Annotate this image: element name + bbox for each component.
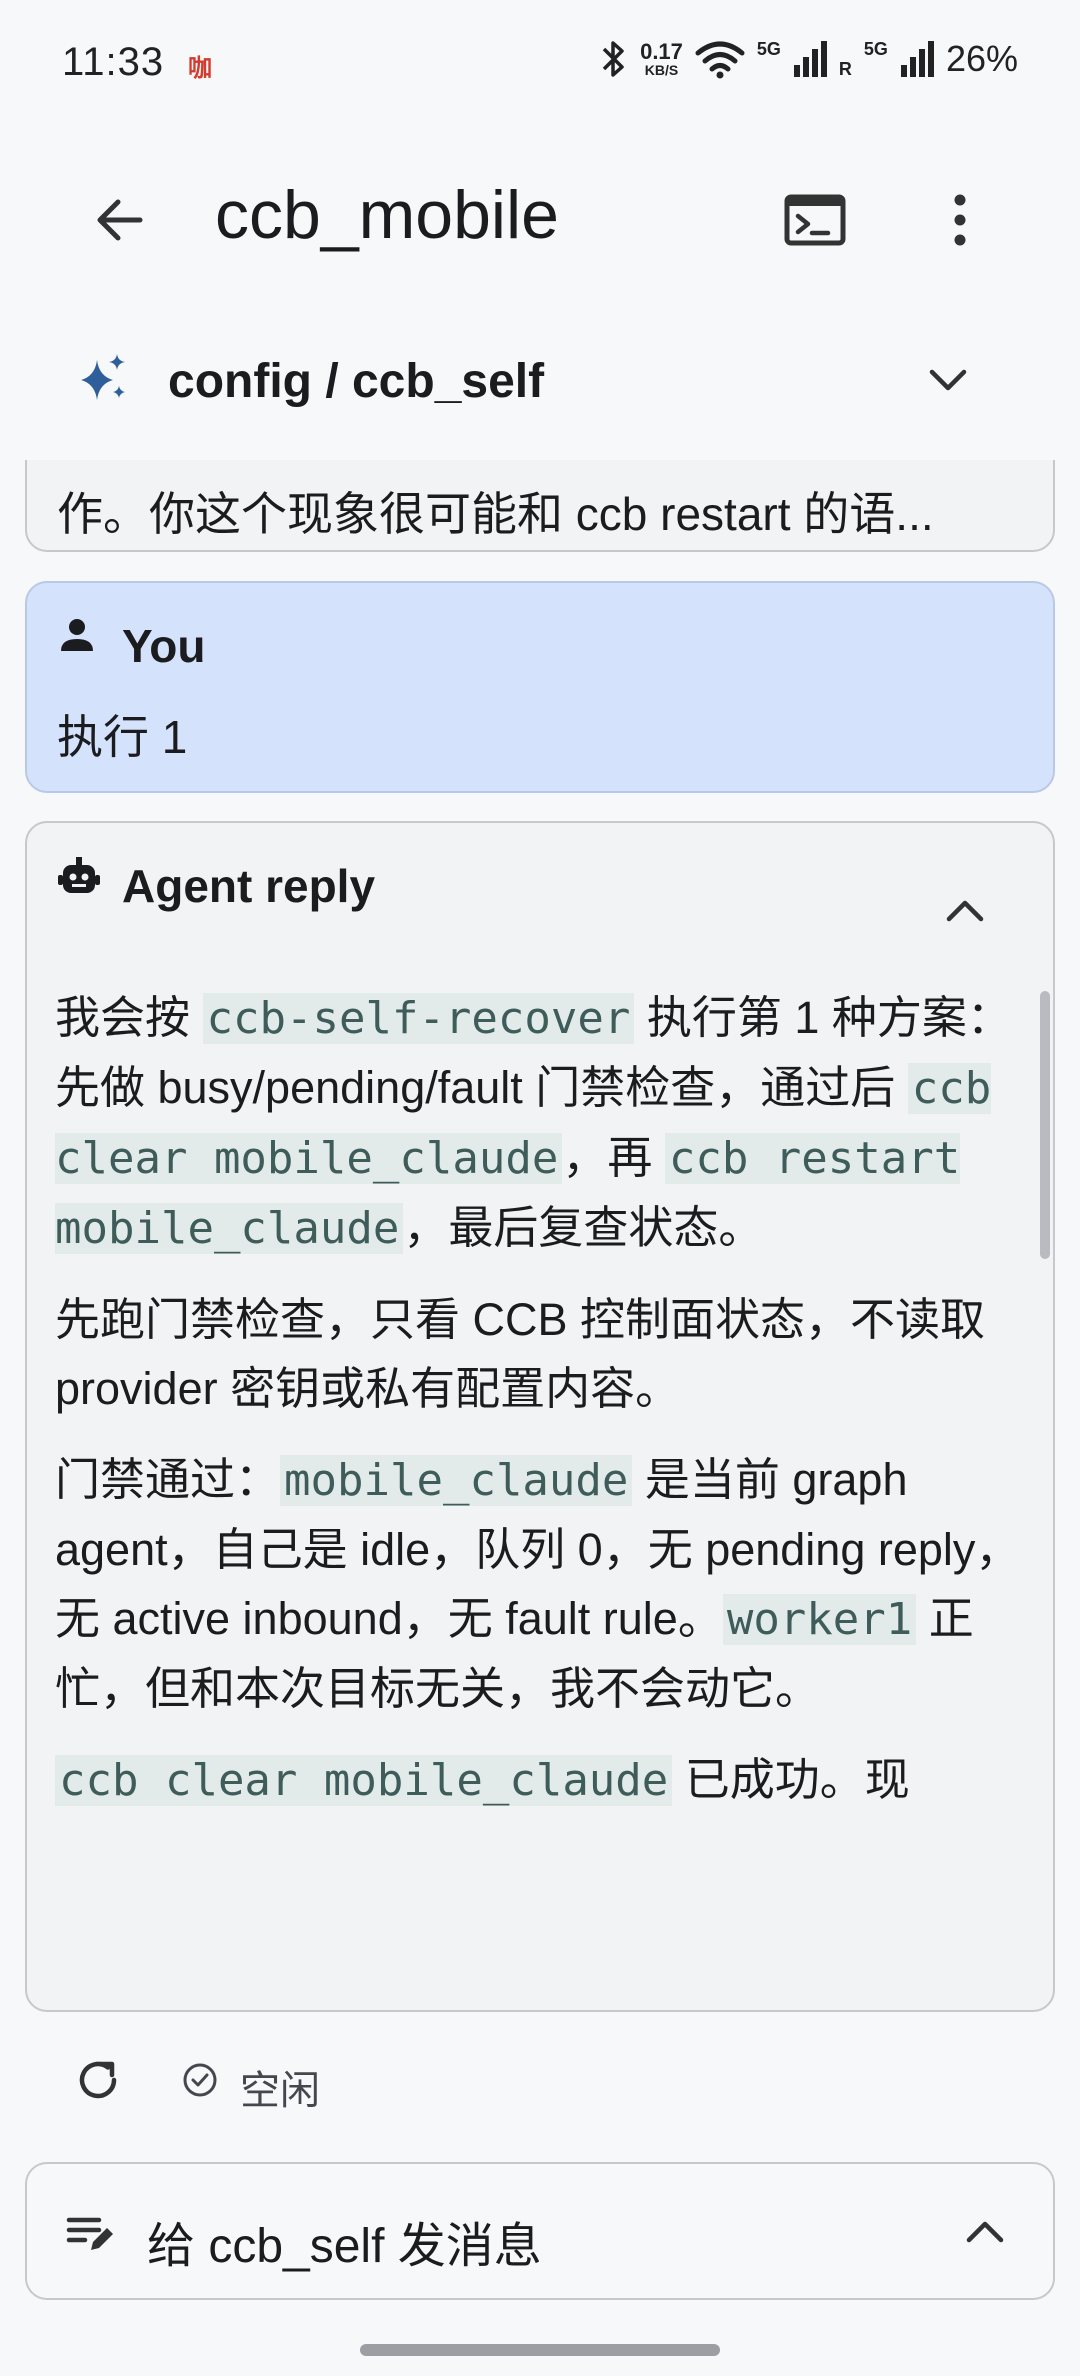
- app-bar: ccb_mobile: [0, 140, 1080, 290]
- chevron-up-icon: [966, 2221, 1004, 2243]
- session-dropdown-button[interactable]: [920, 352, 976, 408]
- signal-2-label: 5G: [863, 38, 888, 59]
- wifi-icon: [695, 41, 745, 79]
- reply-paragraph-2: 先跑门禁检查，只看 CCB 控制面状态，不读取 provider 密钥或私有配置…: [55, 1294, 986, 1414]
- check-circle-icon: [183, 2063, 217, 2097]
- signal-2-icon: [900, 41, 934, 77]
- reply-paragraph-4: ccb clear mobile_claude 已成功。现: [55, 1745, 1035, 1815]
- session-label: config / ccb_self: [168, 355, 545, 408]
- message-composer[interactable]: 给 ccb_self 发消息: [25, 2162, 1055, 2300]
- agent-reply-card[interactable]: Agent reply 我会按 ccb-self-recover 执行第 1 种…: [25, 821, 1055, 2012]
- collapse-reply-button[interactable]: [937, 883, 993, 939]
- signal-1-icon: [793, 41, 827, 77]
- chevron-down-icon: [929, 369, 967, 391]
- back-button[interactable]: [80, 180, 160, 260]
- agent-name: Agent reply: [122, 860, 376, 912]
- status-bar: 11:33 咖 0.17 KB/S 5G R 5G 26%: [0, 0, 1080, 130]
- bluetooth-icon: [602, 41, 624, 77]
- more-vertical-icon: [954, 194, 966, 246]
- session-status-row: 空闲: [0, 2040, 1080, 2120]
- signal-1-label: 5G: [756, 38, 781, 59]
- clock: 11:33: [62, 40, 165, 84]
- agent-reply-body: 我会按 ccb-self-recover 执行第 1 种方案：先做 busy/p…: [55, 983, 1035, 1993]
- terminal-icon: [784, 194, 846, 246]
- inline-code: ccb clear mobile_claude: [55, 1755, 673, 1806]
- home-indicator[interactable]: [360, 2344, 720, 2356]
- network-speed: 0.17 KB/S: [640, 39, 683, 78]
- refresh-icon: [79, 2061, 117, 2099]
- user-message-text: 执行 1: [57, 711, 188, 763]
- arrow-left-icon: [97, 199, 143, 241]
- previous-message-card[interactable]: 作。你这个现象很可能和 ccb restart 的语...: [25, 460, 1055, 552]
- reply-paragraph-3: 门禁通过：mobile_claude 是当前 graph agent，自己是 i…: [55, 1454, 1021, 1714]
- status-icons: 0.17 KB/S 5G R 5G 26%: [600, 38, 1018, 80]
- person-icon: [61, 619, 93, 651]
- battery-level: 26%: [945, 38, 1018, 79]
- session-selector[interactable]: config / ccb_self: [0, 330, 1080, 440]
- notification-app-icon: 咖: [188, 55, 212, 82]
- user-name: You: [122, 620, 206, 672]
- status-label: 空闲: [240, 2069, 320, 2113]
- reply-scrollbar[interactable]: [1040, 991, 1050, 1259]
- composer-placeholder: 给 ccb_self 发消息: [147, 2220, 542, 2273]
- more-options-button[interactable]: [920, 180, 1000, 260]
- chat-messages[interactable]: 作。你这个现象很可能和 ccb restart 的语... You 执行 1 A…: [0, 460, 1080, 2020]
- chevron-up-icon: [946, 900, 984, 922]
- terminal-button[interactable]: [775, 180, 855, 260]
- refresh-button[interactable]: [70, 2052, 126, 2108]
- inline-code: mobile_claude: [280, 1455, 633, 1506]
- user-message-card[interactable]: You 执行 1: [25, 581, 1055, 793]
- previous-message-text: 作。你这个现象很可能和 ccb restart 的语...: [57, 488, 934, 540]
- app-title: ccb_mobile: [215, 177, 559, 253]
- inline-code: worker1: [722, 1594, 917, 1645]
- robot-icon: [58, 857, 100, 893]
- edit-note-icon: [66, 2217, 113, 2250]
- roaming-label: R: [838, 58, 852, 79]
- expand-composer-button[interactable]: [957, 2204, 1013, 2260]
- reply-paragraph-1: 我会按 ccb-self-recover 执行第 1 种方案：先做 busy/p…: [55, 992, 1012, 1254]
- sparkle-icon: [81, 354, 125, 400]
- inline-code: ccb-self-recover: [202, 993, 635, 1044]
